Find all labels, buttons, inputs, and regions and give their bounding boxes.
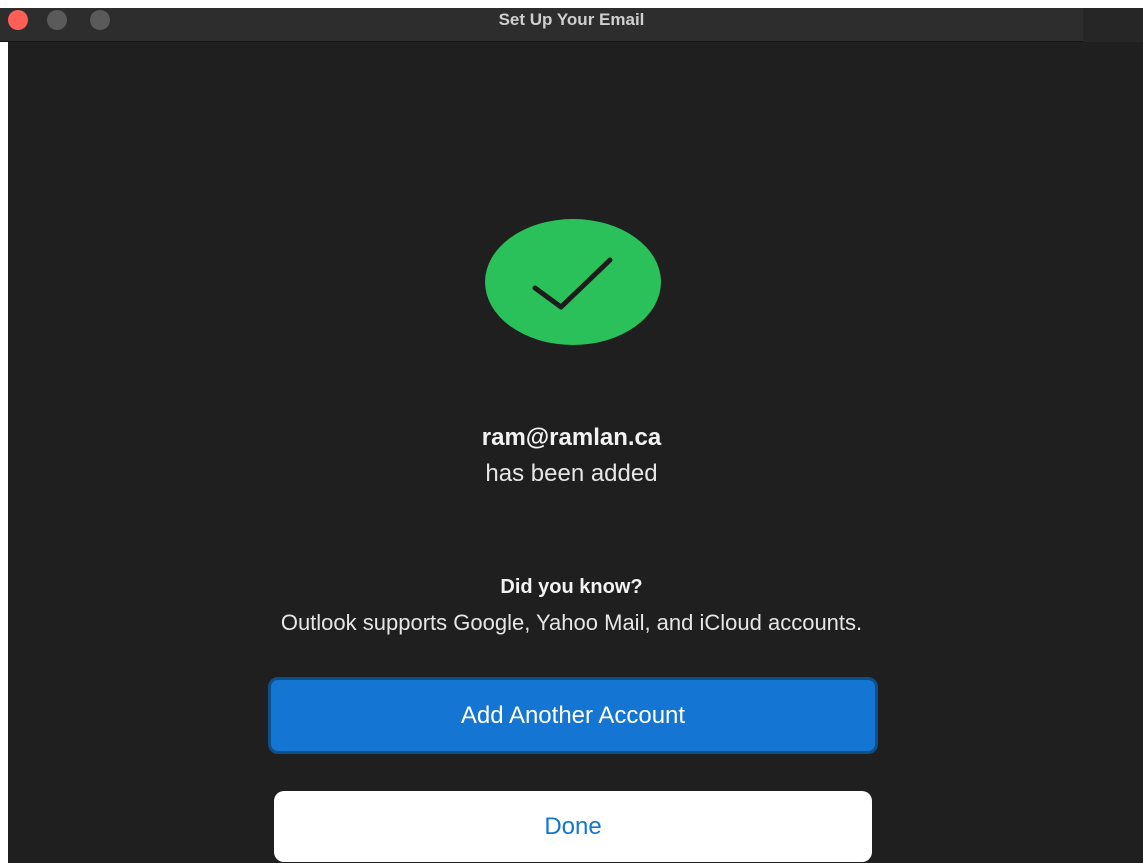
title-bar: Set Up Your Email [0,0,1143,42]
done-button[interactable]: Done [274,791,872,862]
screen-edge [0,0,1143,8]
window-title: Set Up Your Email [498,10,645,29]
add-another-account-label: Add Another Account [460,701,686,729]
done-label: Done [544,812,602,840]
account-email: ram@ramlan.ca [481,424,662,451]
account-added-message: has been added [485,460,658,487]
tip-text: Outlook supports Google, Yahoo Mail, and… [280,610,863,635]
tip-heading: Did you know? [500,576,643,598]
checkmark-icon [485,219,661,345]
setup-email-window: Set Up Your Email ram@ramlan.ca has been… [0,0,1143,863]
add-another-account-button[interactable]: Add Another Account [268,677,878,754]
